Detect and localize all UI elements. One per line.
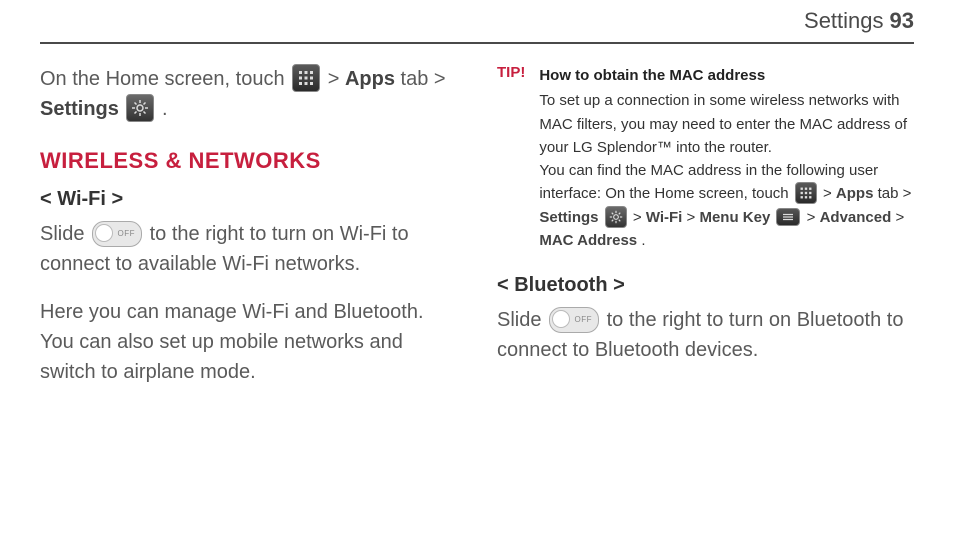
apps-grid-icon <box>795 182 817 204</box>
header-page-number: 93 <box>890 8 914 34</box>
intro-gt-1: > <box>328 68 345 90</box>
intro-apps-label: Apps <box>345 68 395 90</box>
left-column: On the Home screen, touch > Apps tab > S… <box>40 64 457 405</box>
intro-dot: . <box>162 98 168 120</box>
wifi-p1-text-a: Slide <box>40 223 90 245</box>
tip-advanced-label: Advanced <box>820 209 892 226</box>
intro-text-1: On the Home screen, touch <box>40 68 290 90</box>
tip-gt-4: > <box>807 209 820 226</box>
tip-label: TIP! <box>497 64 525 252</box>
bluetooth-paragraph-1: Slide to the right to turn on Bluetooth … <box>497 305 914 365</box>
section-heading-wireless: WIRELESS & NETWORKS <box>40 148 457 174</box>
right-column: TIP! How to obtain the MAC address To se… <box>497 64 914 405</box>
tip-content: How to obtain the MAC address To set up … <box>539 64 914 252</box>
tip-gt-5: > <box>895 209 904 226</box>
apps-grid-icon <box>292 64 320 92</box>
settings-gear-icon <box>126 94 154 122</box>
tip-settings-label: Settings <box>539 209 598 226</box>
tip-gt-1: > <box>823 185 836 202</box>
tip-title: How to obtain the MAC address <box>539 64 914 87</box>
bluetooth-subheading: < Bluetooth > <box>497 274 914 297</box>
tip-apps-label: Apps <box>836 185 874 202</box>
intro-paragraph: On the Home screen, touch > Apps tab > S… <box>40 64 457 124</box>
menu-key-icon <box>776 208 800 226</box>
tip-gt-2: > <box>633 209 646 226</box>
tip-gt-3: > <box>687 209 700 226</box>
toggle-switch-icon <box>92 221 142 247</box>
tip-body-1: To set up a connection in some wireless … <box>539 92 907 156</box>
wifi-paragraph-2: Here you can manage Wi-Fi and Bluetooth.… <box>40 297 457 387</box>
tip-mac-label: MAC Address <box>539 232 637 249</box>
bt-p1-text-a: Slide <box>497 309 547 331</box>
wifi-subheading: < Wi-Fi > <box>40 188 457 211</box>
toggle-switch-icon <box>549 307 599 333</box>
tip-wifi-label: Wi-Fi <box>646 209 683 226</box>
tip-menukey-label: Menu Key <box>699 209 770 226</box>
intro-tab-text: tab > <box>401 68 446 90</box>
page-header: Settings 93 <box>40 0 914 44</box>
tip-dot: . <box>641 232 645 249</box>
tip-tab-text: tab > <box>878 185 912 202</box>
settings-gear-icon <box>605 206 627 228</box>
header-section-title: Settings <box>804 8 884 34</box>
intro-settings-label: Settings <box>40 98 119 120</box>
wifi-paragraph-1: Slide to the right to turn on Wi-Fi to c… <box>40 219 457 279</box>
tip-block: TIP! How to obtain the MAC address To se… <box>497 64 914 252</box>
